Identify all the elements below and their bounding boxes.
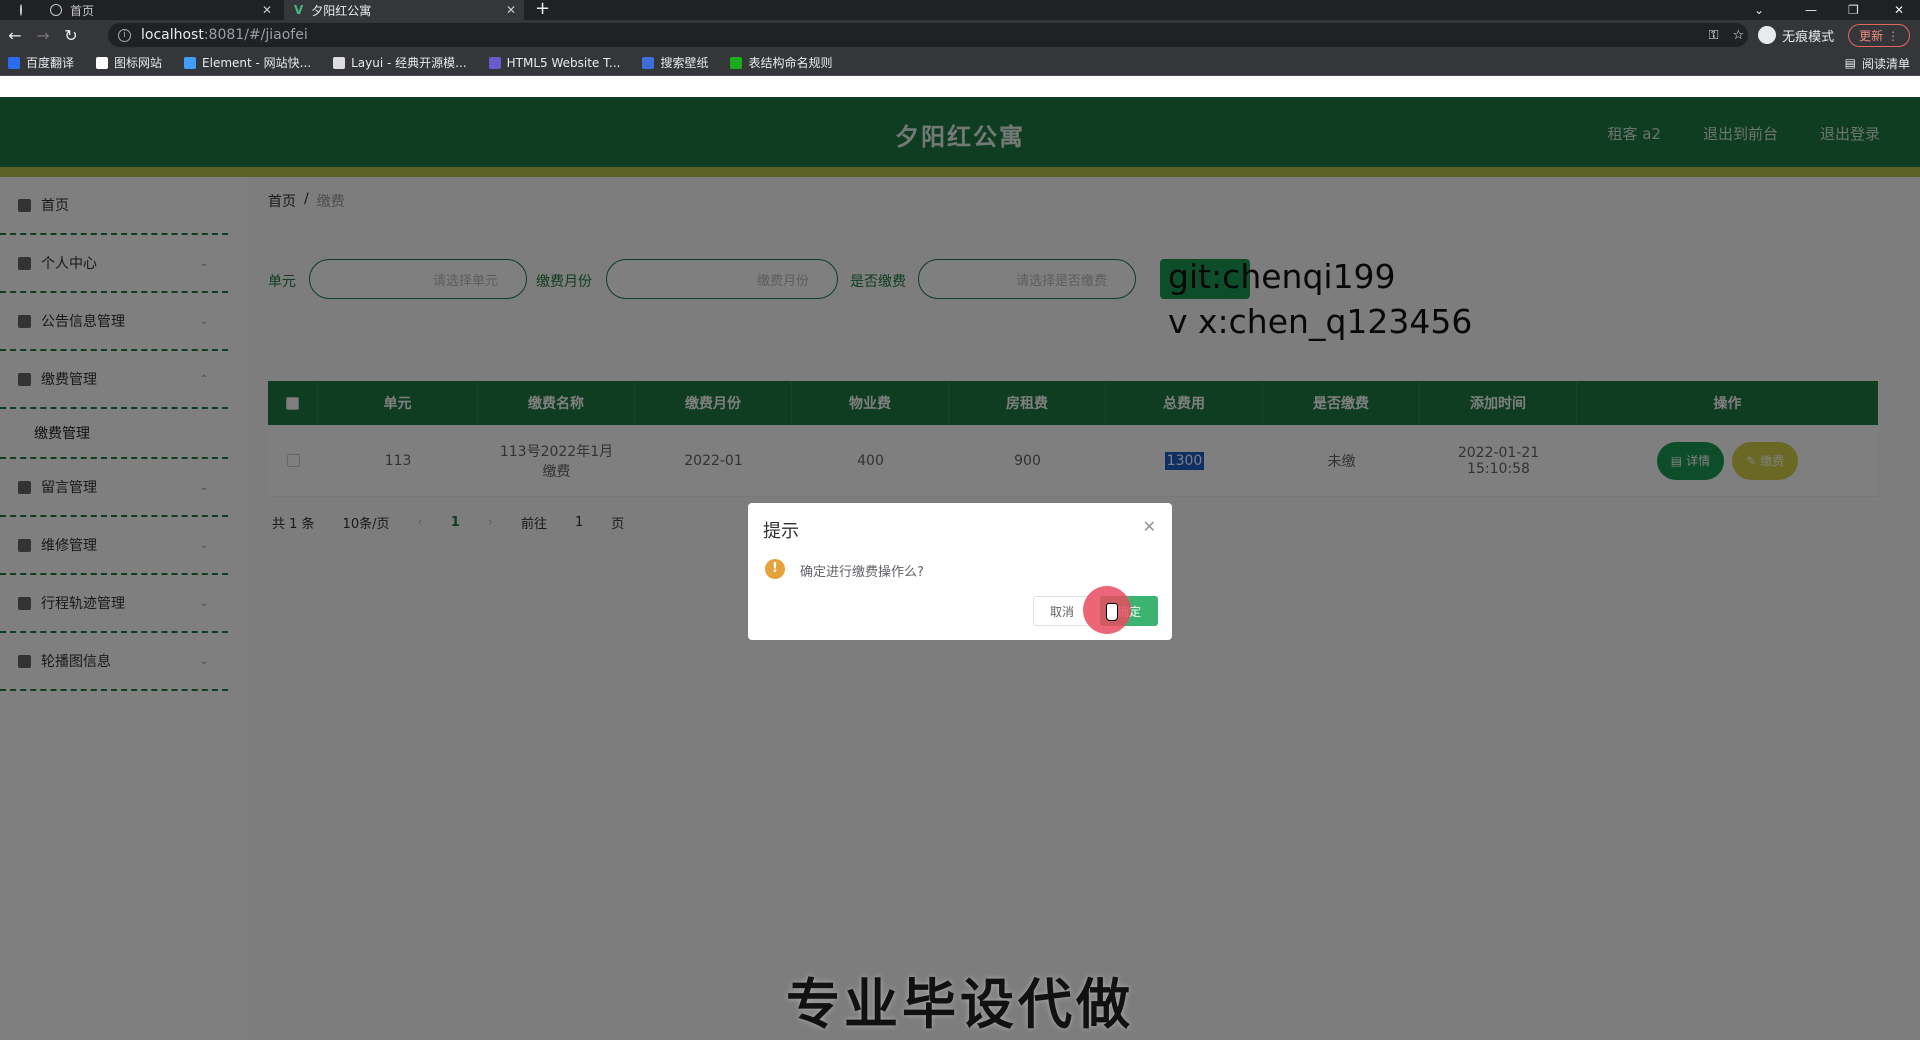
- tab-search-icon[interactable]: ⌄: [1754, 0, 1764, 20]
- update-button[interactable]: 更新 ⋮: [1848, 23, 1910, 47]
- bookmark-item[interactable]: Element - 网站快...: [184, 54, 311, 71]
- key-icon[interactable]: ⚿: [1709, 28, 1719, 43]
- bookmark-item[interactable]: Layui - 经典开源模...: [333, 54, 467, 71]
- close-window-icon[interactable]: ✕: [1894, 0, 1904, 20]
- bookmark-item[interactable]: HTML5 Website T...: [488, 55, 621, 70]
- bookmark-item[interactable]: 表结构命名规则: [730, 54, 832, 71]
- site-info-icon[interactable]: i: [118, 28, 131, 42]
- bookmark-label: 搜索壁纸: [660, 56, 709, 70]
- minimize-icon[interactable]: —: [1805, 0, 1817, 20]
- warning-icon: !: [765, 559, 785, 579]
- tab-home[interactable]: 首页 ✕: [40, 0, 280, 20]
- reading-list-icon: ▤: [1844, 56, 1856, 70]
- bookmark-label: Element - 网站快...: [202, 56, 312, 70]
- incognito-icon: [1758, 26, 1777, 44]
- pointer-cursor-icon: [1106, 603, 1118, 621]
- browser-tabbar: 首页 ✕ V 夕阳红公寓 ✕ + ⌄ — ❐ ✕: [0, 0, 1920, 20]
- reload-icon[interactable]: ↻: [58, 26, 84, 45]
- layui-icon: [333, 56, 346, 69]
- reading-list-button[interactable]: ▤ 阅读清单: [1845, 50, 1910, 76]
- bookmark-label: Layui - 经典开源模...: [351, 56, 467, 70]
- incognito-label: 无痕模式: [1782, 29, 1835, 45]
- star-icon[interactable]: ☆: [1732, 28, 1744, 43]
- bookmark-label: HTML5 Website T...: [506, 55, 621, 70]
- browser-menu-icon[interactable]: [10, 0, 30, 20]
- back-icon[interactable]: ←: [2, 26, 28, 45]
- vue-icon: V: [294, 3, 304, 17]
- update-label: 更新: [1859, 28, 1884, 43]
- url-host: localhost: [141, 27, 204, 43]
- reading-list-label: 阅读清单: [1861, 56, 1910, 71]
- dialog-message: 确定进行缴费操作么?: [800, 565, 924, 580]
- bookmark-label: 百度翻译: [26, 56, 75, 70]
- flag-icon: [96, 56, 109, 69]
- video-caption: 专业毕设代做: [786, 973, 1134, 1036]
- close-icon[interactable]: ✕: [1143, 517, 1156, 536]
- globe-icon: [50, 4, 62, 16]
- tab-title: 夕阳红公寓: [311, 3, 372, 18]
- address-toolbar: ← → ↻ i localhost:8081/#/jiaofei ⚿ ☆ 无痕模…: [0, 20, 1920, 50]
- bookmark-label: 表结构命名规则: [748, 56, 833, 70]
- url-path: :8081/#/jiaofei: [203, 27, 308, 43]
- bookmark-item[interactable]: 搜索壁纸: [642, 54, 708, 71]
- close-tab-icon[interactable]: ✕: [262, 3, 272, 17]
- tab-app[interactable]: V 夕阳红公寓 ✕: [284, 0, 524, 20]
- translate-icon: [8, 56, 20, 69]
- bookmarks-bar: 百度翻译 图标网站 Element - 网站快... Layui - 经典开源模…: [0, 50, 1920, 76]
- doc-icon: [730, 56, 743, 69]
- bookmark-item[interactable]: 图标网站: [96, 54, 162, 71]
- bookmark-label: 图标网站: [114, 56, 163, 70]
- confirm-dialog: 提示 ✕ ! 确定进行缴费操作么? 取消 确定: [748, 503, 1172, 640]
- tab-title: 首页: [70, 3, 95, 18]
- forward-icon[interactable]: →: [30, 26, 56, 45]
- new-tab-button[interactable]: +: [535, 0, 550, 20]
- dialog-title: 提示: [763, 521, 799, 542]
- bookmark-item[interactable]: 百度翻译: [8, 54, 74, 71]
- element-icon: [184, 56, 197, 69]
- url-field[interactable]: i localhost:8081/#/jiaofei: [108, 23, 1748, 47]
- close-tab-icon[interactable]: ✕: [506, 3, 516, 17]
- restore-icon[interactable]: ❐: [1848, 0, 1859, 20]
- incognito-indicator[interactable]: 无痕模式: [1758, 26, 1834, 45]
- html5-icon: [488, 56, 501, 69]
- wallpaper-icon: [642, 56, 655, 69]
